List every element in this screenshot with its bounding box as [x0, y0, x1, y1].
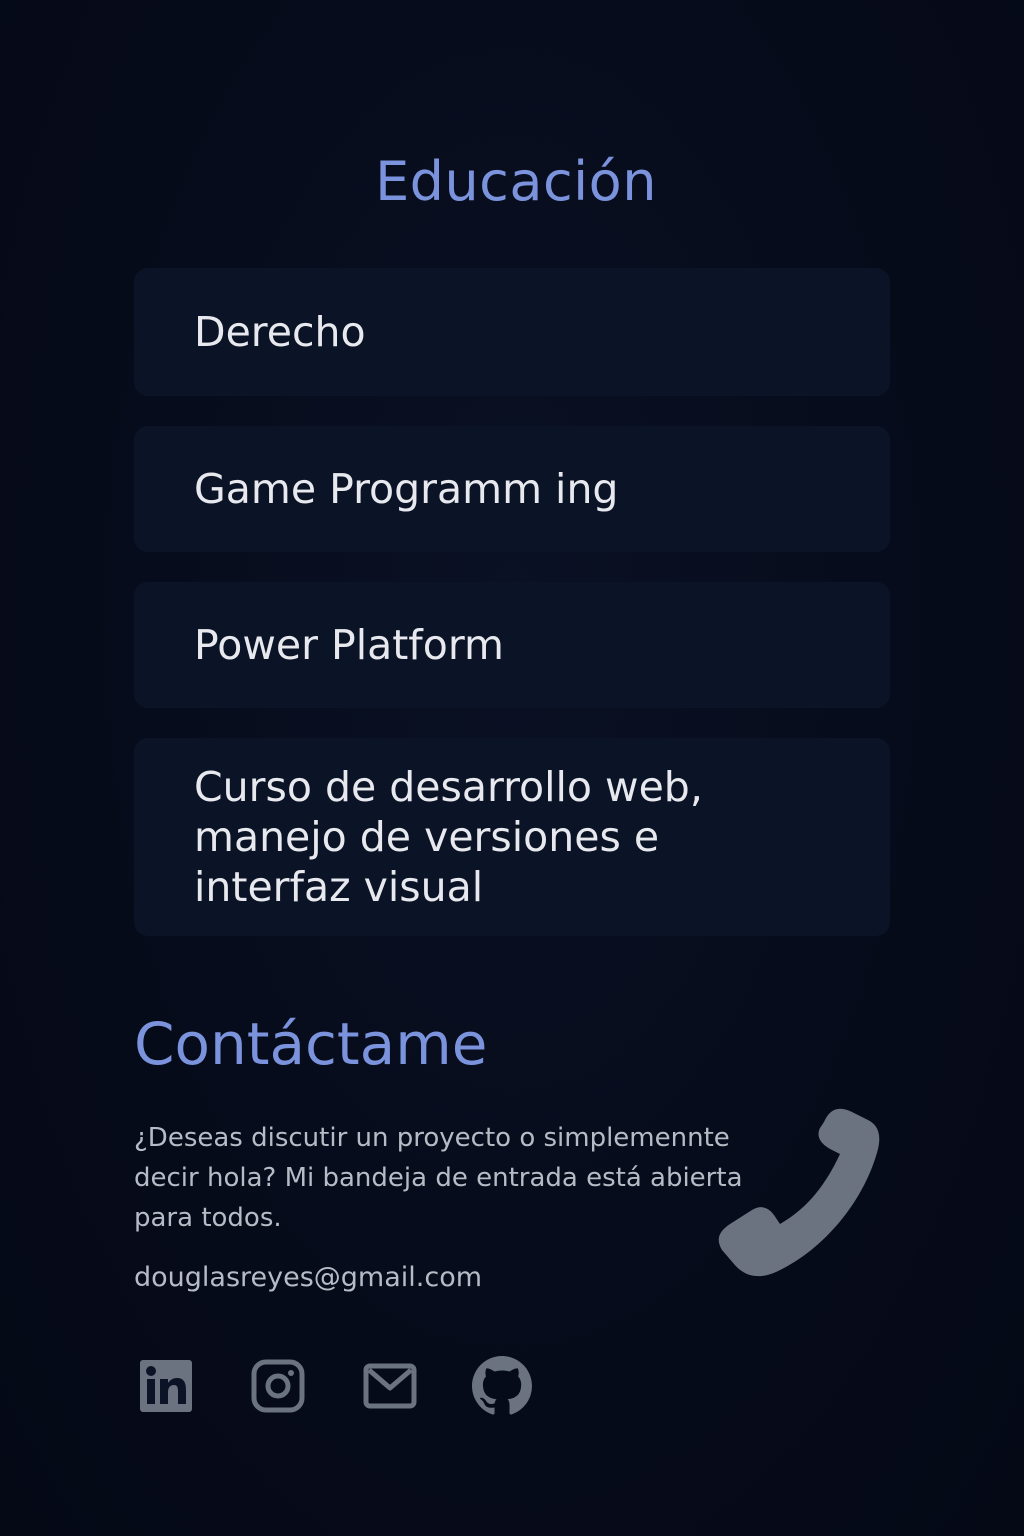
contact-description: ¿Deseas discutir un proyecto o simplemen…: [134, 1123, 743, 1233]
contact-title: Contáctame: [134, 1010, 488, 1078]
education-title: Educación: [375, 150, 657, 213]
education-item-power-platform: Power Platform: [134, 582, 890, 708]
contact-email-link[interactable]: douglasreyes@gmail.com: [134, 1262, 482, 1293]
education-list: Derecho Game Programm ing Power Platform…: [134, 268, 890, 966]
social-links: [136, 1356, 532, 1416]
instagram-icon[interactable]: [248, 1356, 308, 1416]
education-item-derecho: Derecho: [134, 268, 890, 396]
education-item-web-course: Curso de desarrollo web, manejo de versi…: [134, 738, 890, 936]
phone-icon: [712, 1104, 888, 1284]
linkedin-icon[interactable]: [136, 1356, 196, 1416]
education-item-game-programming: Game Programm ing: [134, 426, 890, 552]
mail-icon[interactable]: [360, 1356, 420, 1416]
github-icon[interactable]: [472, 1356, 532, 1416]
